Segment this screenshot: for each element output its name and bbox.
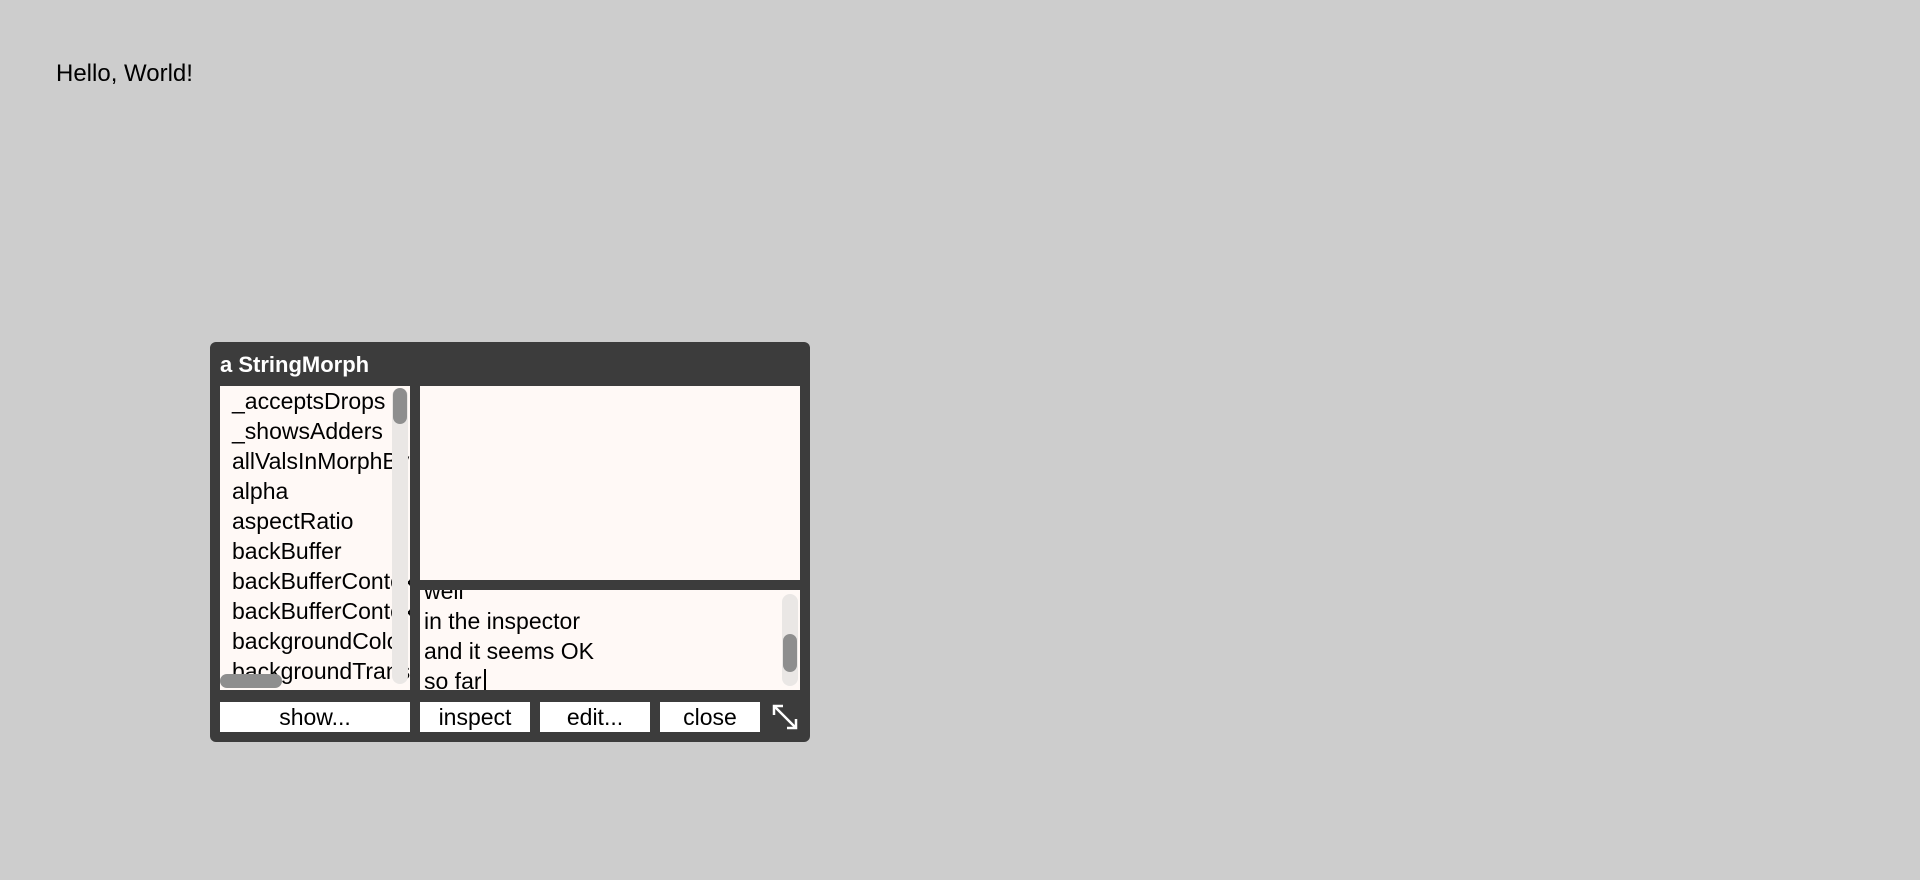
evaluation-line: and it seems OK xyxy=(424,638,595,664)
show-button[interactable]: show... xyxy=(220,702,410,732)
resize-diagonal-icon[interactable] xyxy=(770,702,800,732)
slot-item[interactable]: allValsInMorphByName xyxy=(220,446,410,476)
slot-item[interactable]: aspectRatio xyxy=(220,506,410,536)
slot-item[interactable]: backBuffer xyxy=(220,536,410,566)
evaluation-pane[interactable]: well in the inspector and it seems OK so… xyxy=(420,590,800,690)
slot-item[interactable]: backBufferContextCanvas xyxy=(220,596,410,626)
slot-item[interactable]: backBufferContext xyxy=(220,566,410,596)
world: Hello, World! a StringMorph _acceptsDrop… xyxy=(0,0,1920,880)
slot-items: _acceptsDrops _showsAdders allValsInMorp… xyxy=(220,386,410,686)
hello-world-text[interactable]: Hello, World! xyxy=(56,60,193,88)
edit-button[interactable]: edit... xyxy=(540,702,650,732)
evaluation-vertical-scroll-thumb[interactable] xyxy=(783,634,797,672)
inspector-title: a StringMorph xyxy=(220,352,370,377)
slot-item[interactable]: _acceptsDrops xyxy=(220,386,410,416)
slot-list-horizontal-scroll-thumb[interactable] xyxy=(220,674,282,688)
slot-value-pane[interactable] xyxy=(420,386,800,580)
evaluation-line: well xyxy=(424,590,464,604)
close-button[interactable]: close xyxy=(660,702,760,732)
slot-item[interactable]: _showsAdders xyxy=(220,416,410,446)
text-cursor xyxy=(483,669,486,690)
slot-list[interactable]: _acceptsDrops _showsAdders allValsInMorp… xyxy=(220,386,410,690)
evaluation-line-text: so far xyxy=(424,668,482,690)
slot-list-vertical-scrollbar[interactable] xyxy=(392,388,408,684)
evaluation-line: in the inspector xyxy=(424,608,580,634)
evaluation-text[interactable]: well in the inspector and it seems OK so… xyxy=(424,590,594,690)
inspector-window[interactable]: a StringMorph _acceptsDrops _showsAdders… xyxy=(210,342,810,742)
inspect-button[interactable]: inspect xyxy=(420,702,530,732)
slot-item[interactable]: alpha xyxy=(220,476,410,506)
evaluation-vertical-scrollbar[interactable] xyxy=(782,594,798,686)
slot-item[interactable]: backgroundColor xyxy=(220,626,410,656)
evaluation-line-last: so far xyxy=(424,666,594,690)
slot-list-vertical-scroll-thumb[interactable] xyxy=(393,388,407,424)
